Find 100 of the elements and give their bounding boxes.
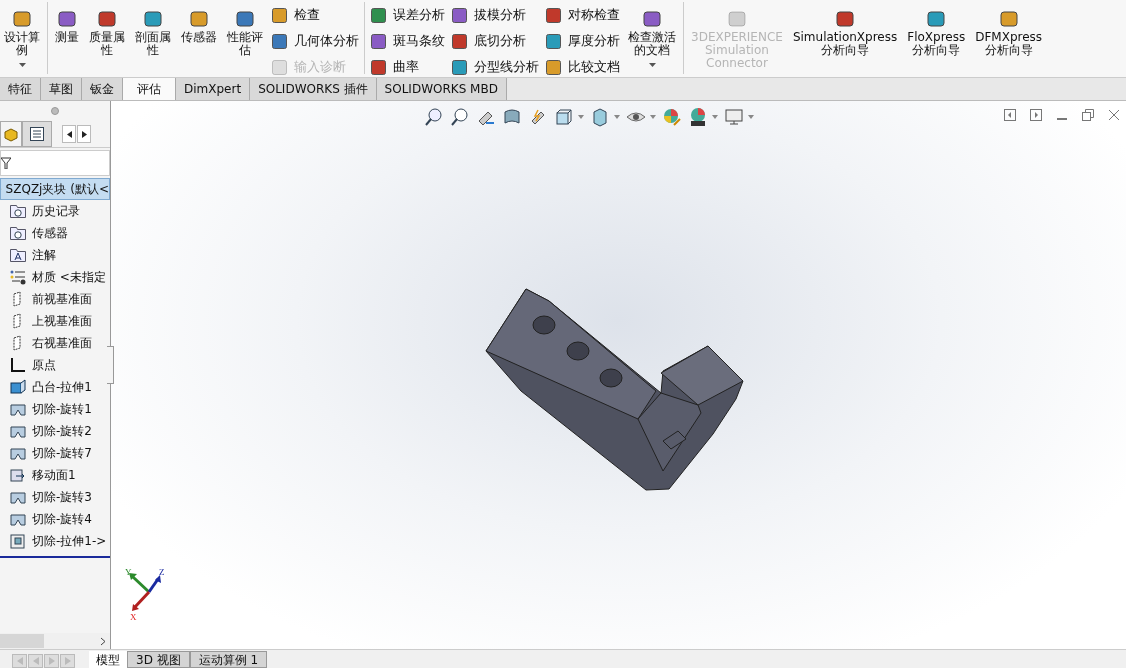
ribbon-button[interactable]: 底切分析 xyxy=(451,30,539,53)
ribbon-button[interactable]: 测量 xyxy=(53,2,81,44)
caret-icon[interactable] xyxy=(577,115,584,119)
section-view-icon[interactable] xyxy=(501,107,522,127)
ribbon-tab[interactable]: SOLIDWORKS MBD xyxy=(376,78,507,100)
tool-icon xyxy=(997,8,1020,30)
tree-item[interactable]: 历史记录 xyxy=(0,200,110,222)
tree-item[interactable]: 切除-旋转2 xyxy=(0,420,110,442)
grip-icon[interactable] xyxy=(51,107,59,115)
caret-icon[interactable] xyxy=(711,115,718,119)
annotation-folder-icon xyxy=(9,246,27,264)
folder-icon xyxy=(9,224,27,242)
tool-icon xyxy=(451,33,468,50)
ribbon-button[interactable]: 误差分析 xyxy=(370,4,445,27)
tool-icon xyxy=(725,8,748,30)
ribbon-tab[interactable]: 钣金 xyxy=(82,78,123,100)
monitor-icon[interactable] xyxy=(723,107,744,127)
tree-item[interactable]: 切除-旋转3 xyxy=(0,486,110,508)
tool-icon xyxy=(271,33,288,50)
restore-icon[interactable] xyxy=(1082,109,1094,121)
right-arrow-icon xyxy=(81,130,87,138)
tool-icon xyxy=(11,8,33,30)
ribbon-button[interactable]: 比较文档 xyxy=(545,56,620,79)
caret-icon xyxy=(648,63,656,67)
caret-icon[interactable] xyxy=(613,115,620,119)
ribbon-tab[interactable]: 评估 xyxy=(123,78,176,100)
model-tab[interactable]: 模型 xyxy=(89,651,127,668)
tool-icon xyxy=(370,59,387,76)
tool-icon xyxy=(545,59,562,76)
tree-item[interactable]: 切除-旋转4 xyxy=(0,508,110,530)
scroll-right-icon[interactable] xyxy=(100,636,106,646)
ribbon-button[interactable]: 检查激活的文档 xyxy=(626,2,678,67)
tree-item[interactable]: 切除-旋转1 xyxy=(0,398,110,420)
tree-item[interactable]: 凸台-拉伸1 xyxy=(0,376,110,398)
model-tab[interactable]: 3D 视图 xyxy=(127,651,190,668)
tool-icon xyxy=(96,8,118,30)
tool-icon xyxy=(271,7,288,24)
ribbon-button[interactable]: 几何体分析 xyxy=(271,30,359,53)
caret-icon[interactable] xyxy=(747,115,754,119)
ribbon-button[interactable]: 检查 xyxy=(271,4,359,27)
tool-icon xyxy=(451,59,468,76)
ribbon-button[interactable]: 拔模分析 xyxy=(451,4,539,27)
model-tab[interactable]: 运动算例 1 xyxy=(189,651,268,668)
ribbon-button[interactable]: 设计算例 xyxy=(2,2,42,67)
ribbon-tab[interactable]: SOLIDWORKS 插件 xyxy=(250,78,377,100)
tool-icon xyxy=(370,33,387,50)
tile-left-icon[interactable] xyxy=(1004,109,1016,121)
tree-root-item[interactable]: SZQZj夹块 (默认< xyxy=(0,178,110,200)
zoom-area-icon[interactable] xyxy=(449,107,470,127)
ribbon-tab[interactable]: DimXpert xyxy=(176,78,251,100)
tool-icon xyxy=(641,8,663,30)
extrude-block-icon xyxy=(9,378,27,396)
ribbon-button[interactable]: 剖面属性 xyxy=(133,2,173,57)
tool-icon xyxy=(451,7,468,24)
tool-icon xyxy=(545,7,562,24)
scrollbar-thumb[interactable] xyxy=(0,634,44,648)
tree-item[interactable]: 切除-拉伸1-> xyxy=(0,530,110,552)
tree-item[interactable]: 右视基准面 xyxy=(0,332,110,354)
origin-axes-icon xyxy=(9,356,27,374)
cut-extrude-icon xyxy=(9,532,27,550)
caret-icon[interactable] xyxy=(649,115,656,119)
ribbon-button[interactable]: 分型线分析 xyxy=(451,56,539,79)
tree-item[interactable]: 移动面1 xyxy=(0,464,110,486)
left-arrow-icon xyxy=(66,130,72,138)
ribbon-button[interactable]: 厚度分析 xyxy=(545,30,620,53)
material-list-icon xyxy=(9,268,27,286)
zoom-to-fit-icon[interactable] xyxy=(423,107,444,127)
scroll-left-button[interactable] xyxy=(62,125,76,143)
ribbon-button[interactable]: 对称检查 xyxy=(545,4,620,27)
tile-right-icon[interactable] xyxy=(1030,109,1042,121)
ribbon-button[interactable]: DFMXpress 分析向导 xyxy=(973,2,1045,57)
tree-item[interactable]: 切除-旋转7 xyxy=(0,442,110,464)
ribbon-tab[interactable]: 草图 xyxy=(41,78,82,100)
ribbon-button[interactable]: 曲率 xyxy=(370,56,445,79)
ribbon-tab[interactable]: 特征 xyxy=(0,78,41,100)
tree-item[interactable]: 原点 xyxy=(0,354,110,376)
edit-appearance-icon[interactable] xyxy=(661,107,682,127)
cube-view-icon[interactable] xyxy=(553,107,574,127)
property-manager-tab[interactable] xyxy=(22,121,52,147)
ribbon-button[interactable]: 斑马条纹 xyxy=(370,30,445,53)
tool-icon xyxy=(370,7,387,24)
tool-icon xyxy=(545,33,562,50)
panel-splitter-handle[interactable] xyxy=(107,346,114,384)
tree-item[interactable]: 材质 <未指定 xyxy=(0,266,110,288)
ribbon-button[interactable]: FloXpress 分析向导 xyxy=(905,2,968,57)
tree-item[interactable]: 传感器 xyxy=(0,222,110,244)
filter-icon[interactable] xyxy=(1,157,11,169)
list-icon xyxy=(29,126,45,142)
ribbon-button[interactable]: 质量属性 xyxy=(87,2,127,57)
tree-item[interactable]: 上视基准面 xyxy=(0,310,110,332)
feature-manager-tab[interactable] xyxy=(0,121,22,147)
tool-icon xyxy=(56,8,78,30)
ribbon-button[interactable]: SimulationXpress 分析向导 xyxy=(790,2,900,57)
scroll-right-button[interactable] xyxy=(77,125,91,143)
tree-item[interactable]: 前视基准面 xyxy=(0,288,110,310)
ribbon-button[interactable]: 传感器 xyxy=(179,2,219,44)
tool-icon xyxy=(834,8,857,30)
tree-item[interactable]: 注解 xyxy=(0,244,110,266)
close-icon[interactable] xyxy=(1108,109,1120,121)
ribbon-button[interactable]: 性能评估 xyxy=(225,2,265,57)
